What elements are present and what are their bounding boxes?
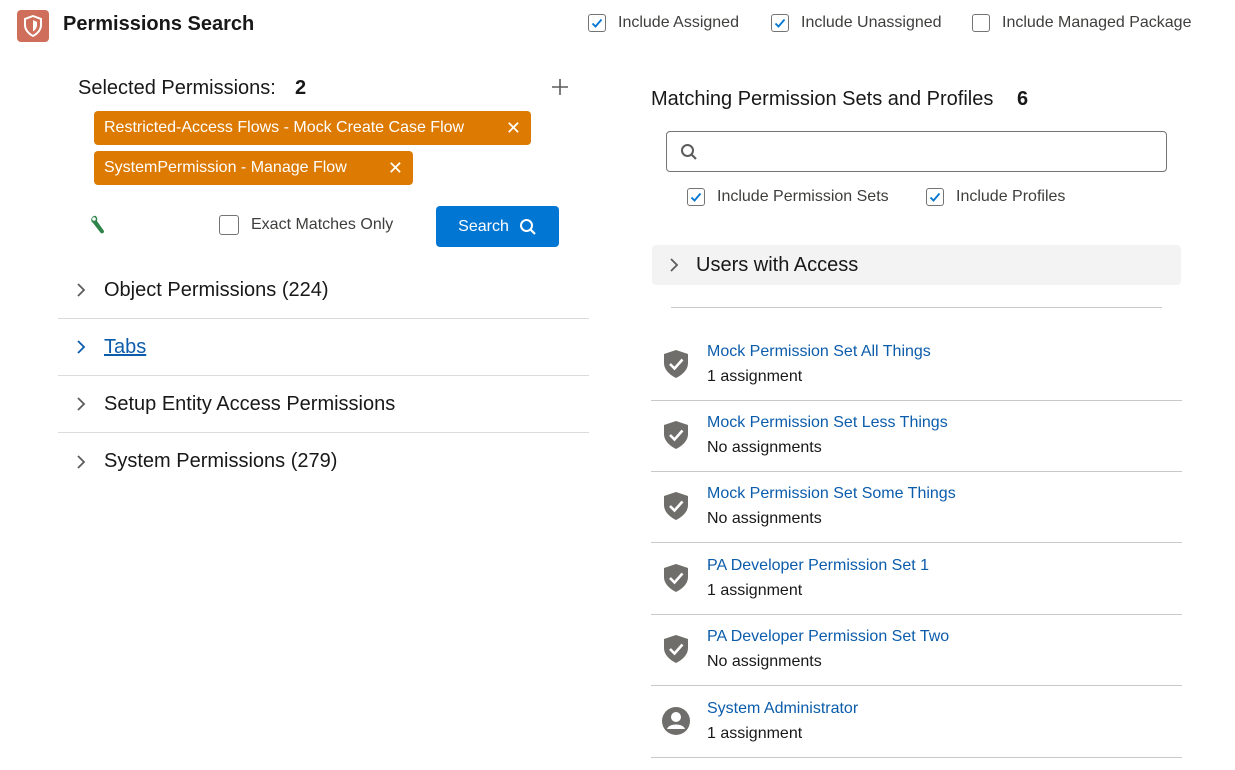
exact-matches-filter[interactable]: Exact Matches Only (219, 215, 393, 235)
include-assigned-label: Include Assigned (618, 14, 739, 31)
chevron-right-icon (58, 454, 104, 470)
matching-count: 6 (1017, 88, 1029, 110)
accordion-tabs[interactable]: Tabs (58, 319, 589, 376)
result-item: PA Developer Permission Set 1 1 assignme… (651, 544, 1182, 615)
include-managed-package-checkbox[interactable] (972, 14, 990, 32)
app-shield-icon (17, 10, 49, 42)
selected-permission-pill: Restricted-Access Flows - Mock Create Ca… (94, 111, 531, 145)
include-permission-sets-label: Include Permission Sets (717, 188, 889, 205)
include-profiles-checkbox[interactable] (926, 188, 944, 206)
pill-label: Restricted-Access Flows - Mock Create Ca… (104, 119, 465, 136)
result-assignments: 1 assignment (707, 582, 803, 599)
result-name-link[interactable]: Mock Permission Set Less Things (707, 414, 948, 432)
search-icon (681, 144, 697, 160)
accordion-label: Setup Entity Access Permissions (104, 392, 396, 415)
matching-search-field[interactable] (666, 131, 1167, 172)
users-with-access-section[interactable]: Users with Access (652, 245, 1181, 285)
include-assigned-filter[interactable]: Include Assigned (588, 14, 739, 32)
page-title: Permissions Search (63, 13, 255, 35)
shield-check-icon (664, 421, 688, 449)
include-assigned-checkbox[interactable] (588, 14, 606, 32)
include-permission-sets-checkbox[interactable] (687, 188, 705, 206)
matching-search-input[interactable] (707, 132, 1151, 170)
result-name-link[interactable]: System Administrator (707, 700, 858, 718)
chevron-right-icon (58, 396, 104, 412)
result-item: Mock Permission Set All Things 1 assignm… (651, 330, 1182, 401)
matching-label: Matching Permission Sets and Profiles (651, 88, 994, 110)
include-unassigned-filter[interactable]: Include Unassigned (771, 14, 942, 32)
result-assignments: No assignments (707, 439, 822, 456)
search-button-label: Search (458, 217, 509, 235)
accordion-label: Object Permissions (224) (104, 278, 329, 301)
selected-permissions-count: 2 (295, 77, 307, 99)
include-permission-sets-filter[interactable]: Include Permission Sets (687, 188, 889, 206)
remove-pill-close-icon[interactable]: ✕ (388, 158, 403, 179)
accordion-object-permissions[interactable]: Object Permissions (224) (58, 262, 589, 319)
accordion-label: System Permissions (279) (104, 450, 338, 472)
include-unassigned-checkbox[interactable] (771, 14, 789, 32)
exact-matches-label: Exact Matches Only (251, 216, 394, 233)
result-name-link[interactable]: Mock Permission Set Some Things (707, 485, 956, 503)
accordion-setup-entity-access[interactable]: Setup Entity Access Permissions (58, 376, 589, 433)
result-assignments: No assignments (707, 510, 822, 527)
include-profiles-label: Include Profiles (956, 188, 1066, 205)
remove-pill-close-icon[interactable]: ✕ (506, 118, 521, 139)
result-name-link[interactable]: Mock Permission Set All Things (707, 343, 931, 361)
selected-permissions-label: Selected Permissions: (78, 77, 276, 99)
search-icon (519, 218, 536, 235)
shield-check-icon (664, 350, 688, 378)
accordion-label[interactable]: Tabs (104, 336, 146, 359)
result-assignments: 1 assignment (707, 725, 803, 742)
user-icon (662, 707, 690, 735)
result-item: System Administrator 1 assignment (651, 687, 1182, 758)
result-item: Mock Permission Set Less Things No assig… (651, 401, 1182, 472)
result-assignments: 1 assignment (707, 368, 803, 385)
include-managed-package-filter[interactable]: Include Managed Package (972, 14, 1191, 32)
divider (671, 307, 1162, 308)
add-permission-icon[interactable] (549, 76, 571, 98)
selected-permission-pill: SystemPermission - Manage Flow ✕ (94, 151, 413, 185)
chevron-right-icon (58, 282, 104, 298)
result-assignments: No assignments (707, 653, 822, 670)
accordion-system-permissions[interactable]: System Permissions (279) (58, 433, 589, 490)
shield-check-icon (664, 564, 688, 592)
users-with-access-label: Users with Access (696, 253, 859, 276)
wrench-icon[interactable] (89, 214, 109, 236)
include-profiles-filter[interactable]: Include Profiles (926, 188, 1065, 206)
include-unassigned-label: Include Unassigned (801, 14, 942, 31)
shield-check-icon (664, 492, 688, 520)
chevron-right-icon (652, 257, 696, 273)
result-name-link[interactable]: PA Developer Permission Set 1 (707, 557, 929, 575)
result-item: Mock Permission Set Some Things No assig… (651, 472, 1182, 543)
chevron-right-icon (58, 339, 104, 355)
pill-label: SystemPermission - Manage Flow (104, 159, 347, 176)
include-managed-package-label: Include Managed Package (1002, 14, 1192, 31)
exact-matches-checkbox[interactable] (219, 215, 239, 235)
result-name-link[interactable]: PA Developer Permission Set Two (707, 628, 949, 646)
search-button[interactable]: Search (436, 206, 559, 247)
shield-check-icon (664, 635, 688, 663)
result-item: PA Developer Permission Set Two No assig… (651, 615, 1182, 686)
